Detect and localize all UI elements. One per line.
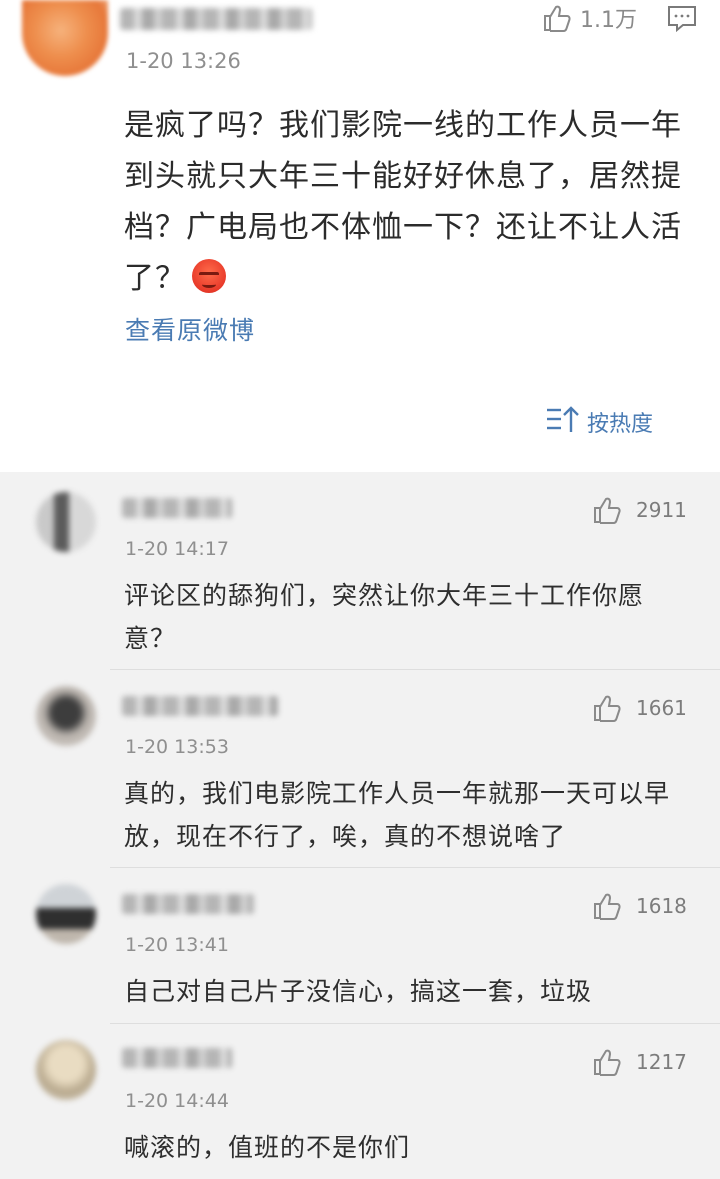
sort-button[interactable]: 按热度 xyxy=(545,404,653,440)
comment-like-button[interactable]: 2911 xyxy=(592,494,687,526)
commenter-avatar[interactable] xyxy=(36,686,96,746)
author-avatar[interactable] xyxy=(22,0,108,76)
main-post-time: 1-20 13:26 xyxy=(126,49,241,73)
comment-like-button[interactable]: 1661 xyxy=(592,692,687,724)
comment-time: 1-20 14:44 xyxy=(125,1090,229,1112)
commenter-avatar[interactable] xyxy=(36,884,96,944)
commenter-name-blurred[interactable] xyxy=(122,498,232,518)
comment-like-count: 1661 xyxy=(636,696,687,720)
comment-text: 真的，我们电影院工作人员一年就那一天可以早放，现在不行了，唉，真的不想说啥了 xyxy=(124,779,671,851)
comment-like-count: 2911 xyxy=(636,498,687,522)
thumbs-up-icon xyxy=(592,495,622,525)
comment-like-count: 1618 xyxy=(636,894,687,918)
sort-icon xyxy=(545,404,587,440)
comment-icon[interactable] xyxy=(667,4,697,36)
comment-item: 1618 1-20 13:41 自己对自己片子没信心，搞这一套，垃圾 xyxy=(0,868,720,1024)
main-post-text: 是疯了吗？我们影院一线的工作人员一年到头就只大年三十能好好休息了，居然提档？广电… xyxy=(124,100,684,304)
commenter-name-blurred[interactable] xyxy=(122,1048,232,1068)
comment-like-count: 1217 xyxy=(636,1050,687,1074)
comment-item: 1217 1-20 14:44 喊滚的，值班的不是你们 xyxy=(0,1024,720,1179)
author-name-blurred[interactable] xyxy=(120,8,312,30)
comment-like-button[interactable]: 1618 xyxy=(592,890,687,922)
comment-time: 1-20 13:53 xyxy=(125,736,229,758)
commenter-name-blurred[interactable] xyxy=(122,894,254,914)
thumbs-up-icon xyxy=(592,891,622,921)
commenter-avatar[interactable] xyxy=(36,492,96,552)
comment-item: 1661 1-20 13:53 真的，我们电影院工作人员一年就那一天可以早放，现… xyxy=(0,670,720,868)
comment-item: 2911 1-20 14:17 评论区的舔狗们，突然让你大年三十工作你愿意？ xyxy=(0,472,720,670)
main-like-count: 1.1万 xyxy=(580,8,637,33)
thumbs-up-icon xyxy=(592,693,622,723)
main-like-button[interactable]: 1.1万 xyxy=(542,2,637,34)
commenter-avatar[interactable] xyxy=(36,1040,96,1100)
sort-label: 按热度 xyxy=(587,412,654,437)
comment-time: 1-20 13:41 xyxy=(125,934,229,956)
comment-text: 喊滚的，值班的不是你们 xyxy=(124,1133,411,1162)
thumbs-up-icon xyxy=(592,1047,622,1077)
comment-like-button[interactable]: 1217 xyxy=(592,1046,687,1078)
view-original-link[interactable]: 查看原微博 xyxy=(125,311,255,347)
commenter-name-blurred[interactable] xyxy=(122,696,278,716)
thumbs-up-icon xyxy=(542,3,572,33)
comment-time: 1-20 14:17 xyxy=(125,538,229,560)
comment-text: 评论区的舔狗们，突然让你大年三十工作你愿意？ xyxy=(124,581,645,653)
comment-text: 自己对自己片子没信心，搞这一套，垃圾 xyxy=(124,977,593,1006)
main-post: 1.1万 1-20 13:26 是疯了吗？我们影院一线的工作人员一年到头就只大年… xyxy=(0,0,720,472)
angry-face-icon xyxy=(192,259,226,293)
